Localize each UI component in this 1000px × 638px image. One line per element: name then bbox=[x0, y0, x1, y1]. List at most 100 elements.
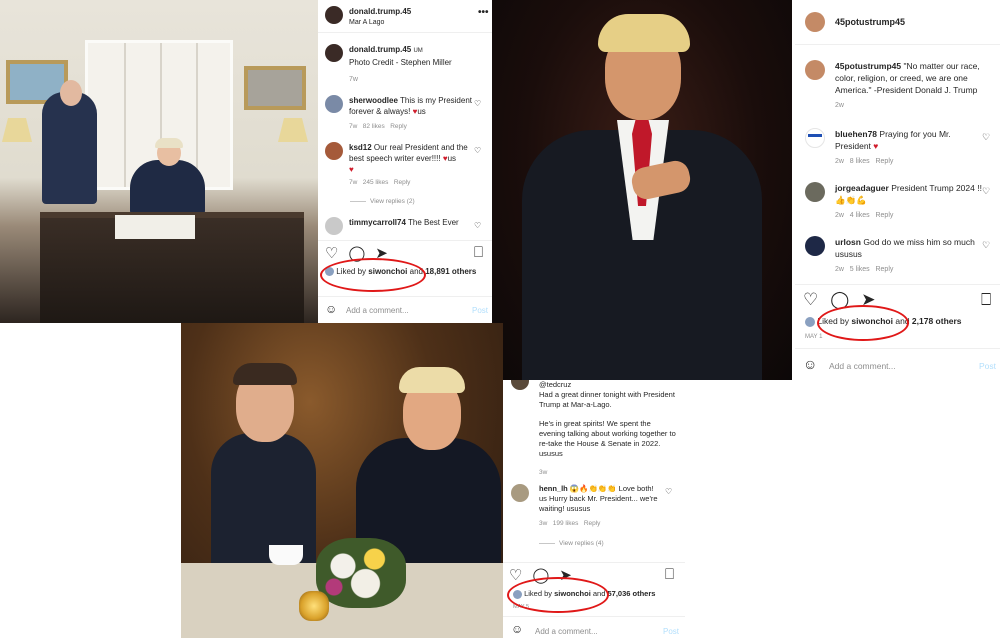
caption-username[interactable]: donald.trump.45 bbox=[349, 45, 411, 54]
emoji-icon[interactable]: ☺ bbox=[325, 302, 337, 316]
emoji-icon[interactable]: ☺ bbox=[803, 356, 817, 372]
header-username[interactable]: donald.trump.45 bbox=[349, 6, 411, 17]
reply-link[interactable]: Reply bbox=[390, 123, 407, 130]
comment-emoji: 😱🔥👏👏👏 bbox=[569, 484, 617, 493]
avatar[interactable] bbox=[325, 6, 343, 24]
comment-likes[interactable]: 8 likes bbox=[850, 158, 870, 165]
comment-username[interactable]: henn_lh bbox=[539, 484, 568, 493]
reply-link[interactable]: Reply bbox=[875, 212, 893, 219]
header-location[interactable]: Mar A Lago bbox=[349, 17, 411, 28]
add-comment-input[interactable]: Add a comment... bbox=[829, 361, 896, 371]
comment: jorgeadaguer President Trump 2024 !! 👍👏💪… bbox=[805, 182, 983, 221]
highlight-circle bbox=[817, 305, 909, 341]
liked-count[interactable]: 57,036 others bbox=[608, 589, 656, 598]
avatar[interactable] bbox=[805, 60, 825, 80]
right-man-hair bbox=[399, 367, 465, 393]
comment-username[interactable]: sherwoodlee bbox=[349, 96, 398, 105]
heart-icon[interactable]: ♡ bbox=[665, 487, 672, 496]
desk-papers bbox=[115, 215, 195, 239]
view-replies[interactable]: View replies (4) bbox=[539, 538, 604, 549]
comment-username[interactable]: jorgeadaguer bbox=[835, 183, 889, 193]
office-photo bbox=[0, 0, 318, 323]
add-comment-input[interactable]: Add a comment... bbox=[535, 627, 598, 636]
heart-icon[interactable]: ♡ bbox=[474, 221, 481, 230]
comment: henn_lh 😱🔥👏👏👏 Love both! us Hurry back M… bbox=[511, 484, 661, 529]
lamp bbox=[278, 118, 308, 142]
header-username[interactable]: 45potustrump45 bbox=[835, 17, 905, 28]
comment-tail: us bbox=[447, 154, 457, 163]
avatar[interactable] bbox=[511, 484, 529, 502]
seated-man-hair bbox=[155, 138, 183, 148]
comment-username[interactable]: bluehen78 bbox=[835, 129, 877, 139]
avatar[interactable] bbox=[325, 142, 343, 160]
divider bbox=[503, 616, 685, 617]
comment-text: The Best Ever bbox=[408, 218, 459, 227]
divider bbox=[318, 32, 492, 33]
more-horizontal-icon[interactable]: ••• bbox=[478, 7, 489, 18]
liked-count[interactable]: 18,891 others bbox=[425, 267, 476, 276]
reply-link[interactable]: Reply bbox=[875, 266, 893, 273]
heart-icon[interactable]: ♡ bbox=[803, 290, 818, 310]
comment: ksd12 Our real President and the best sp… bbox=[325, 142, 477, 188]
bookmark-icon[interactable]: ⎕ bbox=[665, 566, 674, 583]
caption-username[interactable]: 45potustrump45 bbox=[835, 61, 901, 71]
comment-username[interactable]: timmycarroll74 bbox=[349, 218, 406, 227]
comment-likes[interactable]: 199 likes bbox=[553, 520, 579, 527]
avatar[interactable] bbox=[325, 95, 343, 113]
caption-text: Had a great dinner tonight with Presiden… bbox=[539, 390, 675, 409]
coffee-cup bbox=[269, 545, 303, 565]
avatar[interactable] bbox=[325, 44, 343, 62]
liked-count[interactable]: 2,178 others bbox=[912, 316, 962, 326]
heart-icon[interactable]: ♡ bbox=[474, 99, 481, 108]
reply-link[interactable]: Reply bbox=[875, 158, 893, 165]
comment-time: 7w bbox=[349, 123, 358, 130]
post-button[interactable]: Post bbox=[472, 306, 488, 315]
comment-time: 2w bbox=[835, 212, 844, 219]
post-button[interactable]: Post bbox=[979, 361, 996, 371]
wall-painting bbox=[244, 66, 306, 110]
mention-link[interactable]: @tedcruz bbox=[539, 380, 571, 389]
emoji-icon[interactable]: ☺ bbox=[511, 622, 523, 636]
candle bbox=[299, 591, 329, 621]
comment-likes[interactable]: 245 likes bbox=[363, 179, 389, 186]
heart-icon[interactable]: ♡ bbox=[509, 566, 522, 584]
lamp bbox=[2, 118, 32, 142]
comment-username[interactable]: ksd12 bbox=[349, 143, 372, 152]
heart-icon[interactable]: ♡ bbox=[982, 132, 990, 143]
heart-icon[interactable]: ♡ bbox=[325, 244, 338, 262]
view-replies[interactable]: View replies (2) bbox=[350, 196, 415, 207]
comment: timmycarroll74 The Best Ever bbox=[325, 217, 477, 235]
comment-username[interactable]: urlosn bbox=[835, 237, 861, 247]
avatar[interactable] bbox=[805, 236, 825, 256]
heart-icon[interactable]: ♡ bbox=[474, 146, 481, 155]
avatar[interactable] bbox=[511, 380, 529, 390]
avatar[interactable] bbox=[325, 217, 343, 235]
comment-likes[interactable]: 5 likes bbox=[850, 266, 870, 273]
post-button[interactable]: Post bbox=[663, 627, 679, 636]
divider bbox=[318, 296, 492, 297]
dinner-photo bbox=[181, 323, 503, 638]
reply-link[interactable]: Reply bbox=[394, 179, 411, 186]
comment-likes[interactable]: 4 likes bbox=[850, 212, 870, 219]
divider bbox=[318, 240, 492, 241]
comment-time: 3w bbox=[539, 520, 548, 527]
divider bbox=[795, 44, 1000, 45]
hair bbox=[598, 14, 690, 52]
left-man-hair bbox=[233, 363, 297, 385]
add-comment-input[interactable]: Add a comment... bbox=[346, 306, 409, 315]
heart-icon[interactable]: ♡ bbox=[982, 186, 990, 197]
anthem-photo: ● bbox=[492, 0, 792, 380]
heart-icon[interactable]: ♡ bbox=[982, 240, 990, 251]
comment-likes[interactable]: 82 likes bbox=[363, 123, 385, 130]
caption-time: 3w bbox=[539, 469, 548, 476]
seated-man bbox=[130, 160, 205, 215]
bookmark-icon[interactable]: ⎕ bbox=[474, 244, 483, 261]
avatar[interactable] bbox=[805, 128, 825, 148]
avatar[interactable] bbox=[805, 182, 825, 202]
caption-text: He's in great spirits! We spent the even… bbox=[539, 419, 676, 458]
bookmark-icon[interactable]: ⎕ bbox=[981, 290, 991, 310]
caption-time: 2w bbox=[835, 102, 844, 109]
comment-time: 2w bbox=[835, 266, 844, 273]
avatar[interactable] bbox=[805, 12, 825, 32]
reply-link[interactable]: Reply bbox=[584, 520, 601, 527]
